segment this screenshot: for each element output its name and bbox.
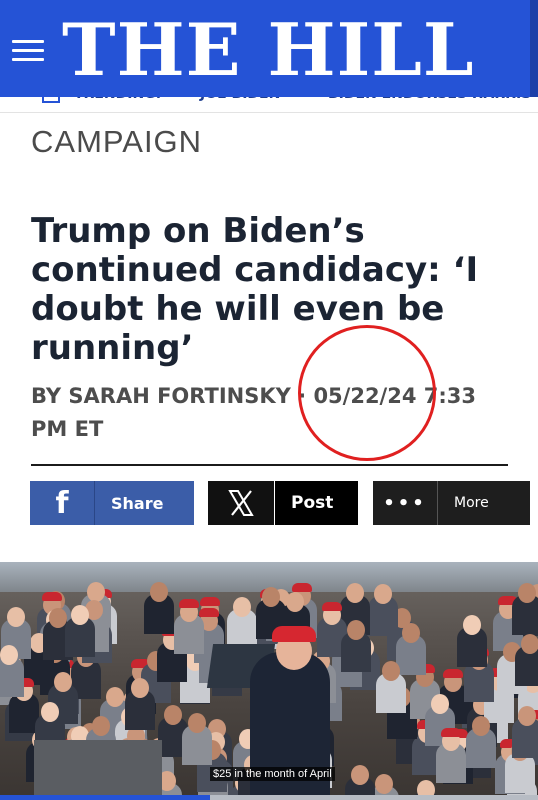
video-caption: $25 in the month of April <box>210 767 335 781</box>
facebook-share-button[interactable]: f Share <box>30 481 194 525</box>
crowd-head <box>518 583 536 603</box>
facebook-icon: f <box>30 481 95 525</box>
crowd-head <box>262 587 280 607</box>
crowd-red-cap <box>322 602 342 611</box>
crowd-head <box>41 702 59 722</box>
crowd-red-cap <box>443 669 463 678</box>
hamburger-icon[interactable] <box>12 40 46 64</box>
crowd-head <box>463 615 481 635</box>
crowd-head <box>351 765 369 785</box>
crowd-head <box>54 672 72 692</box>
photo-speaker-cap <box>272 626 316 642</box>
crowd-head <box>131 678 149 698</box>
crowd-red-cap <box>199 608 219 617</box>
byline-prefix: BY <box>31 384 69 408</box>
header-edge <box>530 0 538 97</box>
more-share-button[interactable]: ••• More <box>373 481 530 525</box>
section-label[interactable]: CAMPAIGN <box>31 124 202 160</box>
crowd-red-cap <box>200 597 220 606</box>
crowd-head <box>521 634 538 654</box>
crowd-head <box>347 620 365 640</box>
crowd-head <box>87 582 105 602</box>
crowd-head <box>106 687 124 707</box>
annotation-circle <box>298 325 436 461</box>
site-header: THE HILL <box>0 0 538 97</box>
article-headline: Trump on Biden’s continued candidacy: ‘I… <box>31 211 479 368</box>
crowd-head <box>233 597 251 617</box>
crowd-red-cap <box>179 599 199 608</box>
crowd-head <box>164 705 182 725</box>
crowd-head <box>346 583 364 603</box>
crowd-red-cap <box>292 583 312 592</box>
video-progress-fill <box>0 795 210 800</box>
crowd-head <box>382 661 400 681</box>
crowd-head <box>188 713 206 733</box>
crowd-head <box>286 592 304 612</box>
x-post-label: Post <box>291 493 334 513</box>
byline-divider <box>31 464 508 466</box>
crowd-head <box>431 694 449 714</box>
x-post-button[interactable]: Post <box>208 481 358 525</box>
crowd-head <box>374 584 392 604</box>
crowd-head <box>49 608 67 628</box>
x-icon <box>208 481 275 525</box>
crowd-head <box>92 716 110 736</box>
more-share-label: More <box>454 495 489 511</box>
article-photo[interactable]: $25 in the month of April <box>0 562 538 800</box>
crowd-head <box>71 605 89 625</box>
facebook-share-label: Share <box>111 493 164 513</box>
photo-podium <box>34 740 162 800</box>
crowd-head <box>402 623 420 643</box>
video-progress-bar[interactable] <box>0 795 538 800</box>
crowd-red-cap <box>42 592 62 601</box>
ellipsis-icon: ••• <box>373 481 438 525</box>
crowd-head <box>472 716 490 736</box>
site-logo[interactable]: THE HILL <box>62 4 475 96</box>
crowd-head <box>150 582 168 602</box>
crowd-head <box>7 607 25 627</box>
crowd-red-cap <box>441 728 461 737</box>
crowd-head <box>518 706 536 726</box>
crowd-head <box>0 645 18 665</box>
author-link[interactable]: SARAH FORTINSKY <box>68 384 290 408</box>
crowd-head <box>375 774 393 794</box>
